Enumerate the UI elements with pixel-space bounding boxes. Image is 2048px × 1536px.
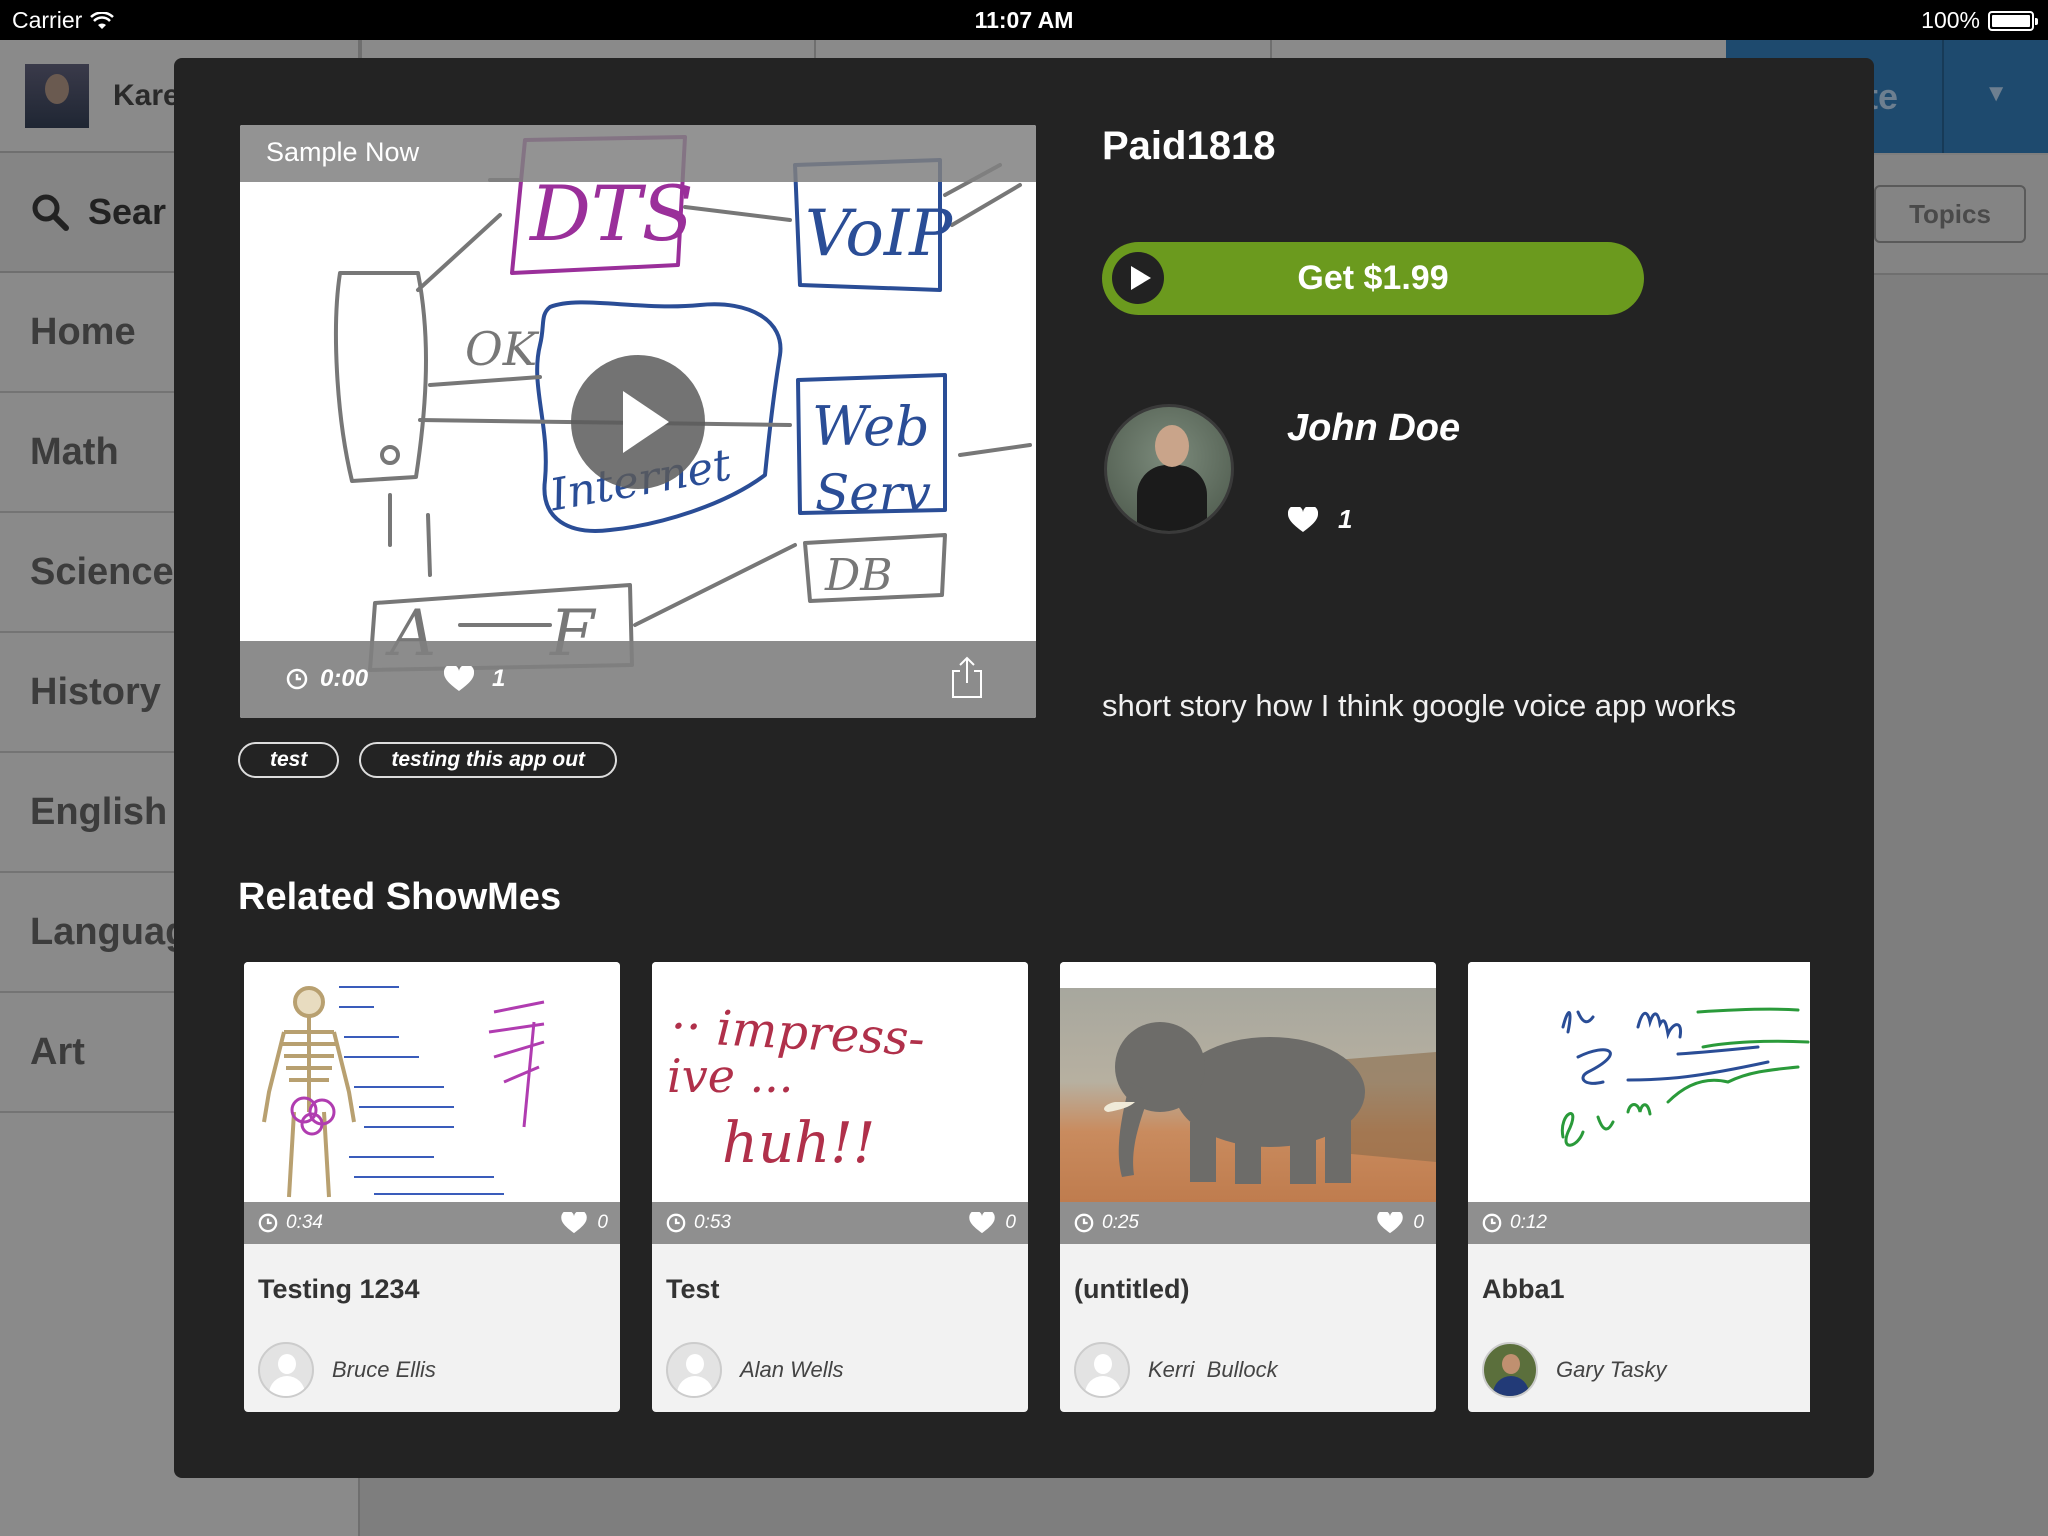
author-likes-count: 1 <box>1338 504 1353 534</box>
buy-button-label: Get $1.99 <box>1297 259 1449 297</box>
status-time: 11:07 AM <box>974 7 1074 33</box>
video-likes-count: 1 <box>492 665 506 692</box>
share-icon <box>952 656 982 698</box>
search-icon <box>32 194 69 231</box>
video-duration-text: 0:00 <box>320 665 369 692</box>
related-author-name: Kerri Bullock <box>1148 1357 1278 1382</box>
related-author-name: Alan Wells <box>740 1357 844 1382</box>
related-author-name: Bruce Ellis <box>332 1357 436 1382</box>
svg-text:DTS: DTS <box>528 169 694 258</box>
svg-text:DB: DB <box>824 550 893 601</box>
related-author: Bruce Ellis <box>258 1342 436 1398</box>
sample-now-label: Sample Now <box>266 137 420 167</box>
video-likes: 1 <box>444 665 505 693</box>
status-bar: Carrier 11:07 AM 100% <box>0 0 2048 40</box>
avatar <box>25 63 89 128</box>
chevron-down-icon[interactable]: ▼ <box>1984 80 2008 108</box>
related-card[interactable]: ·· impress- ive ... huh!! 0:53 0 Test Al… <box>652 962 1028 1412</box>
related-title-text: Abba1 <box>1482 1274 1565 1304</box>
related-likes: 0 <box>1413 1212 1424 1233</box>
status-right: 100% <box>1921 7 2038 34</box>
svg-text:Serv: Serv <box>815 464 931 522</box>
related-title-text: (untitled) <box>1074 1274 1190 1304</box>
clock-icon <box>666 1213 686 1233</box>
related-duration: 0:25 <box>1102 1212 1139 1233</box>
video-info-bar: 0:00 1 <box>240 641 1036 718</box>
heart-icon <box>561 1212 588 1234</box>
svg-text:huh!!: huh!! <box>722 1111 875 1176</box>
related-card[interactable]: 0:34 0 Testing 1234 Bruce Ellis <box>244 962 620 1412</box>
sample-now-bar: Sample Now <box>240 125 1036 182</box>
sidebar-user-name: Kare <box>113 78 180 112</box>
showme-description: short story how I think google voice app… <box>1102 688 1737 723</box>
related-thumbnail: ·· impress- ive ... huh!! <box>652 962 1028 1202</box>
related-author: Gary Tasky <box>1482 1342 1666 1398</box>
avatar <box>666 1342 722 1398</box>
related-meta: 0:53 0 <box>652 1202 1028 1244</box>
related-card[interactable]: 0:25 0 (untitled) Kerri Bullock <box>1060 962 1436 1412</box>
author-avatar[interactable] <box>1104 404 1234 534</box>
heart-icon <box>969 1212 996 1234</box>
share-button[interactable] <box>950 655 984 706</box>
author-name[interactable]: John Doe <box>1287 407 1460 450</box>
search-label: Sear <box>88 191 167 232</box>
heart-icon <box>1377 1212 1404 1234</box>
buy-button[interactable]: Get $1.99 <box>1102 242 1644 315</box>
topics-button[interactable]: Topics <box>1874 185 2026 243</box>
related-meta: 0:12 <box>1468 1202 1810 1244</box>
related-duration: 0:34 <box>286 1212 323 1233</box>
clock-icon <box>286 668 308 690</box>
battery-percent: 100% <box>1921 7 1980 33</box>
related-card[interactable]: 0:12 Abba1 Gary Tasky <box>1468 962 1810 1412</box>
related-meta: 0:34 0 <box>244 1202 620 1244</box>
related-likes: 0 <box>597 1212 608 1233</box>
related-duration: 0:53 <box>694 1212 731 1233</box>
related-title-text: Test <box>666 1274 720 1304</box>
play-icon <box>1112 252 1164 304</box>
clock-icon <box>1482 1213 1502 1233</box>
related-title: Related ShowMes <box>238 876 562 918</box>
svg-text:ive ...: ive ... <box>667 1049 793 1103</box>
related-thumbnail <box>244 962 620 1202</box>
svg-text:VoIP: VoIP <box>805 197 953 271</box>
related-list: 0:34 0 Testing 1234 Bruce Ellis ·· impre… <box>244 962 1810 1412</box>
author-likes: 1 <box>1288 504 1352 535</box>
related-title-text: Testing 1234 <box>258 1274 420 1304</box>
battery-icon <box>1988 10 2038 31</box>
avatar <box>1074 1342 1130 1398</box>
related-likes: 0 <box>1005 1212 1016 1233</box>
svg-text:OK: OK <box>465 322 540 376</box>
related-thumbnail <box>1060 962 1436 1202</box>
related-thumbnail <box>1468 962 1810 1202</box>
tag-chip[interactable]: testing this app out <box>359 742 618 778</box>
create-divider <box>1942 40 1944 153</box>
related-meta: 0:25 0 <box>1060 1202 1436 1244</box>
related-author: Alan Wells <box>666 1342 844 1398</box>
related-author-name: Gary Tasky <box>1556 1357 1667 1382</box>
video-player[interactable]: DTS VoIP Web Serv Internet OK A F DB Sam… <box>240 125 1036 718</box>
clock-icon <box>1074 1213 1094 1233</box>
svg-text:Web: Web <box>812 395 930 458</box>
heart-icon <box>1288 506 1318 532</box>
clock-icon <box>258 1213 278 1233</box>
tag-chip[interactable]: test <box>238 742 340 778</box>
play-icon[interactable] <box>571 355 705 489</box>
tag-list: test testing this app out <box>238 742 618 778</box>
video-duration: 0:00 <box>286 665 368 693</box>
showme-title: Paid1818 <box>1102 124 1276 168</box>
avatar <box>258 1342 314 1398</box>
showme-detail-modal: DTS VoIP Web Serv Internet OK A F DB Sam… <box>174 58 1874 1478</box>
related-author: Kerri Bullock <box>1074 1342 1278 1398</box>
related-duration: 0:12 <box>1510 1212 1547 1233</box>
avatar <box>1482 1342 1538 1398</box>
heart-icon[interactable] <box>444 666 474 692</box>
app-root: Carrier 11:07 AM 100% te ▼ Topics Kare S… <box>0 0 2048 1536</box>
